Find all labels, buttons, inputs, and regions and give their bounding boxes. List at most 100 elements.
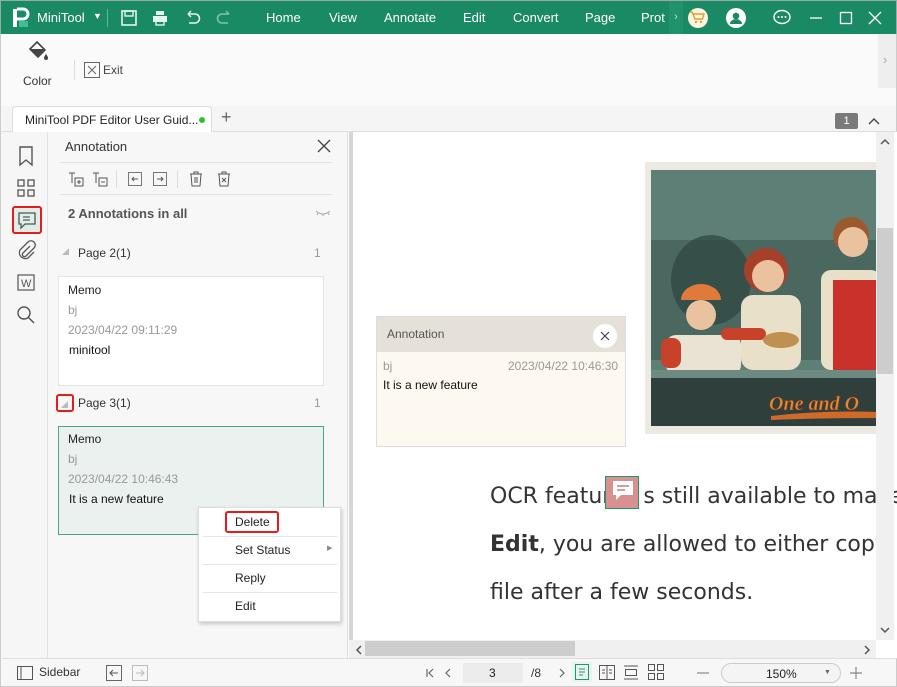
scroll-view-icon[interactable] <box>623 665 639 680</box>
page-count-badge: 1 <box>835 113 858 129</box>
document-tab[interactable]: MiniTool PDF Editor User Guid... <box>12 106 212 132</box>
horizontal-scrollbar[interactable] <box>349 640 876 658</box>
feedback-icon[interactable] <box>772 9 792 27</box>
zoom-in-icon[interactable] <box>850 667 862 679</box>
zoom-select[interactable]: 150% ▼ <box>721 663 841 683</box>
thumbnails-icon[interactable] <box>15 177 37 199</box>
unsaved-dot-icon <box>199 117 205 123</box>
menu-home[interactable]: Home <box>266 10 301 25</box>
context-menu-edit[interactable]: Edit <box>199 592 341 620</box>
undo-icon[interactable] <box>184 9 202 27</box>
context-menu-set-status[interactable]: Set Status ▶ <box>199 536 341 564</box>
popup-timestamp: 2023/04/22 10:46:30 <box>508 359 619 373</box>
app-logo-icon <box>13 7 30 27</box>
page-group-header[interactable]: Page 3(1) 1 <box>48 392 348 412</box>
account-icon[interactable] <box>726 8 746 28</box>
redo-icon[interactable] <box>215 9 233 27</box>
scroll-down-icon[interactable] <box>880 626 890 634</box>
scroll-left-icon[interactable] <box>355 645 363 655</box>
annotation-content: minitool <box>69 343 111 357</box>
sidebar-toggle[interactable]: Sidebar <box>17 664 87 682</box>
previous-annotation-icon[interactable] <box>127 171 143 187</box>
menu-scroll-right-icon[interactable]: › <box>669 1 683 34</box>
side-rail: W <box>0 132 48 658</box>
popup-title: Annotation <box>387 327 445 341</box>
popup-close-button[interactable] <box>593 324 617 348</box>
new-tab-button[interactable]: + <box>221 107 232 128</box>
menu-annotate[interactable]: Annotate <box>384 10 436 25</box>
previous-page-icon[interactable] <box>443 668 453 678</box>
ribbon-scroll-right[interactable]: › <box>878 34 896 88</box>
print-icon[interactable] <box>151 9 169 27</box>
status-bar: Sidebar 3 /8 150% ▼ <box>0 658 897 687</box>
hide-annotations-icon[interactable] <box>315 209 331 217</box>
collapse-triangle-icon <box>61 401 68 408</box>
zoom-level: 150% <box>766 667 797 681</box>
menu-view[interactable]: View <box>329 10 357 25</box>
divider <box>60 194 332 195</box>
app-menu-dropdown[interactable]: ▼ <box>93 11 102 21</box>
page-number-input[interactable]: 3 <box>463 663 523 683</box>
divider <box>177 170 178 188</box>
ribbon: Color Exit › <box>0 34 897 106</box>
vertical-scrollbar[interactable] <box>876 132 894 640</box>
close-panel-icon[interactable] <box>317 139 331 153</box>
color-button[interactable]: Color <box>19 40 59 92</box>
sidebar-label: Sidebar <box>39 665 81 679</box>
document-text-line: file after a few seconds. <box>490 580 754 605</box>
menu-edit[interactable]: Edit <box>463 10 485 25</box>
annotation-panel-button[interactable] <box>12 206 42 234</box>
save-icon[interactable] <box>120 9 138 27</box>
sidebar-icon <box>17 666 33 680</box>
go-back-icon[interactable] <box>106 665 122 681</box>
attachment-icon[interactable] <box>15 240 37 262</box>
text-segment: s still available to make <box>643 484 897 509</box>
vintage-illustration-image[interactable]: One and O <box>651 170 880 426</box>
next-annotation-icon[interactable] <box>152 171 168 187</box>
annotation-type: Memo <box>68 283 102 297</box>
collapse-ribbon-icon[interactable] <box>867 116 881 126</box>
scroll-up-icon[interactable] <box>880 138 890 146</box>
zoom-out-icon[interactable] <box>697 671 709 675</box>
document-text-line: OCR featur s still available to make <box>490 484 897 509</box>
first-page-icon[interactable] <box>425 668 435 678</box>
delete-all-icon[interactable] <box>216 171 232 187</box>
annotation-card[interactable]: Memo bj 2023/04/22 09:11:29 minitool <box>58 276 324 386</box>
maximize-icon[interactable] <box>839 11 853 25</box>
illustration-graphic: One and O <box>651 170 880 426</box>
minimize-icon[interactable] <box>809 11 823 25</box>
bookmark-icon[interactable] <box>15 145 37 167</box>
single-page-view-button[interactable] <box>572 662 592 682</box>
cart-icon[interactable] <box>688 8 708 28</box>
submenu-arrow-icon: ▶ <box>327 545 333 552</box>
scroll-right-icon[interactable] <box>863 645 871 655</box>
collapse-triangle-icon[interactable] <box>62 248 69 255</box>
note-annotation-marker[interactable] <box>605 476 639 509</box>
divider <box>107 9 108 27</box>
two-page-view-icon[interactable] <box>599 665 615 680</box>
vertical-scroll-thumb[interactable] <box>877 228 893 374</box>
go-forward-icon[interactable] <box>132 665 148 681</box>
next-page-icon[interactable] <box>557 668 567 678</box>
expand-all-icon[interactable] <box>68 171 84 187</box>
word-convert-icon[interactable]: W <box>15 272 37 294</box>
divider <box>60 162 332 163</box>
collapse-toggle-highlight[interactable] <box>56 394 74 412</box>
search-icon[interactable] <box>15 304 37 326</box>
menu-convert[interactable]: Convert <box>513 10 559 25</box>
two-page-scroll-view-icon[interactable] <box>648 664 664 680</box>
page-group-label: Page 2(1) <box>78 246 131 260</box>
context-menu-reply[interactable]: Reply <box>199 564 341 592</box>
page-group-header[interactable]: Page 2(1) 1 <box>48 242 348 262</box>
note-icon <box>613 481 633 500</box>
annotation-popup[interactable]: Annotation bj 2023/04/22 10:46:30 It is … <box>376 316 626 447</box>
menu-protect[interactable]: Prot <box>641 10 665 25</box>
collapse-all-icon[interactable] <box>92 171 108 187</box>
menu-page[interactable]: Page <box>585 10 615 25</box>
exit-button[interactable]: Exit <box>84 62 128 78</box>
horizontal-scroll-thumb[interactable] <box>365 641 575 656</box>
context-menu-delete[interactable]: Delete <box>199 508 341 536</box>
close-icon[interactable] <box>868 11 882 25</box>
total-pages: /8 <box>531 666 542 680</box>
delete-icon[interactable] <box>188 171 204 187</box>
